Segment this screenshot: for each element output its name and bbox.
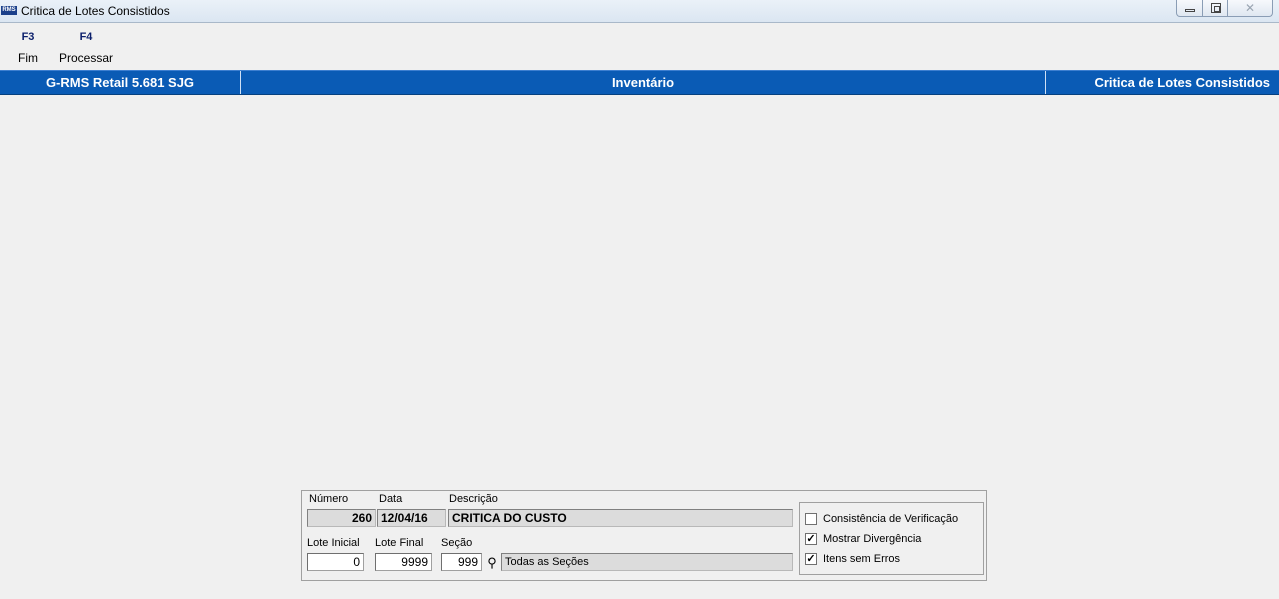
numero-field: 260 xyxy=(307,509,376,527)
processar-button[interactable]: F4 Processar xyxy=(58,31,114,65)
lote-final-label: Lote Final xyxy=(375,537,424,549)
secao-label: Seção xyxy=(441,537,473,549)
option-label-consistencia: Consistência de Verificação xyxy=(823,513,959,525)
numero-label: Número xyxy=(309,493,349,505)
lote-inicial-label: Lote Inicial xyxy=(307,537,360,549)
close-icon: ✕ xyxy=(1244,1,1256,15)
options-group: Consistência de Verificação ✓ Mostrar Di… xyxy=(799,502,984,575)
app-version-label: G-RMS Retail 5.681 SJG xyxy=(0,71,241,94)
descricao-field: CRITICA DO CUSTO xyxy=(448,509,793,527)
fkey-f4-label: Processar xyxy=(58,51,114,65)
checkbox-consistencia-verificacao[interactable] xyxy=(805,513,817,525)
option-label-itens: Itens sem Erros xyxy=(823,553,901,565)
descricao-label: Descrição xyxy=(449,493,498,505)
data-label: Data xyxy=(379,493,403,505)
fkey-f3-key: F3 xyxy=(21,31,35,43)
title-bar: RMS Critica de Lotes Consistidos ✕ xyxy=(0,0,1279,23)
option-label-divergencia: Mostrar Divergência xyxy=(823,533,922,545)
header-band: G-RMS Retail 5.681 SJG Inventário Critic… xyxy=(0,70,1279,95)
data-field: 12/04/16 xyxy=(377,509,446,527)
window-title: Critica de Lotes Consistidos xyxy=(21,4,170,18)
fkey-f3-label: Fim xyxy=(18,51,38,65)
module-title: Inventário xyxy=(241,71,1046,94)
restore-button[interactable] xyxy=(1202,0,1228,17)
binoculars-search-icon[interactable]: ⚲ xyxy=(483,554,501,572)
close-button[interactable]: ✕ xyxy=(1227,0,1273,17)
minimize-icon xyxy=(1185,9,1195,12)
lote-final-input[interactable]: 9999 xyxy=(375,553,432,571)
restore-icon xyxy=(1211,3,1221,13)
secao-description-field: Todas as Seções xyxy=(501,553,793,571)
fkey-f4-key: F4 xyxy=(79,31,93,43)
form-panel: Número Data Descrição 260 12/04/16 CRITI… xyxy=(301,490,987,581)
checkbox-itens-sem-erros[interactable]: ✓ xyxy=(805,553,817,565)
app-icon: RMS xyxy=(1,6,17,15)
minimize-button[interactable] xyxy=(1176,0,1203,17)
checkbox-mostrar-divergencia[interactable]: ✓ xyxy=(805,533,817,545)
secao-input[interactable]: 999 xyxy=(441,553,482,571)
screen-title: Critica de Lotes Consistidos xyxy=(1094,75,1270,90)
lote-inicial-input[interactable]: 0 xyxy=(307,553,364,571)
fim-button[interactable]: F3 Fim xyxy=(14,31,42,65)
